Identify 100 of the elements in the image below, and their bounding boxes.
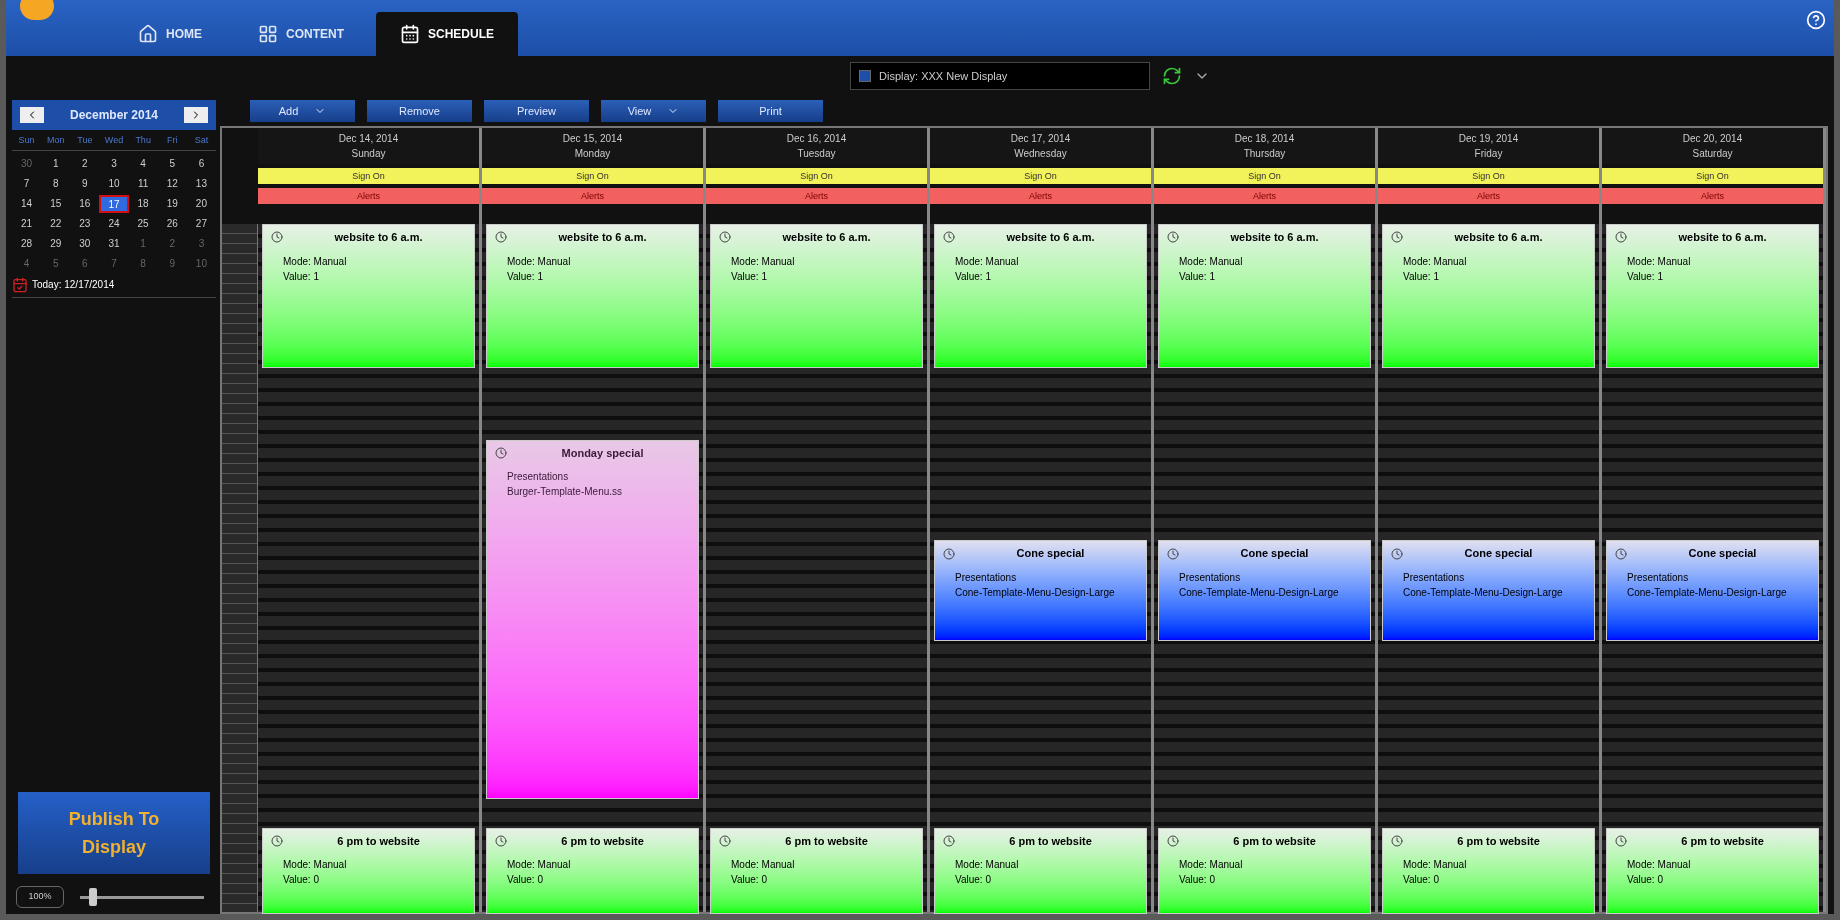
schedule-event[interactable]: Cone special Presentations Cone-Template-Menu-Design-Large [1382, 540, 1595, 641]
calendar-day[interactable]: 8 [41, 174, 71, 193]
banner-bar[interactable]: Sign On [482, 168, 703, 184]
next-month-button[interactable] [184, 107, 208, 123]
calendar-day[interactable]: 22 [41, 214, 71, 233]
schedule-event[interactable]: website to 6 a.m. Mode: Manual Value: 1 [486, 224, 699, 368]
calendar-day[interactable]: 9 [70, 174, 100, 193]
toolbar-button[interactable]: Print [718, 100, 823, 122]
calendar-day[interactable]: 17 [99, 194, 129, 213]
calendar-day[interactable]: 16 [70, 194, 100, 213]
alert-bar[interactable]: Alerts [1602, 188, 1823, 204]
schedule-event[interactable]: website to 6 a.m. Mode: Manual Value: 1 [1606, 224, 1819, 368]
schedule-event[interactable]: 6 pm to website Mode: Manual Value: 0 [1382, 827, 1595, 914]
schedule-event[interactable]: website to 6 a.m. Mode: Manual Value: 1 [262, 224, 475, 368]
day-weekday: Friday [1474, 147, 1503, 161]
event-detail: Cone-Template-Menu-Design-Large [955, 585, 1116, 600]
nav-tab[interactable]: SCHEDULE [376, 12, 518, 56]
calendar-day[interactable]: 3 [99, 154, 129, 173]
toolbar-button[interactable]: View [601, 100, 706, 122]
calendar-day[interactable]: 10 [99, 174, 129, 193]
alert-bar[interactable]: Alerts [258, 188, 479, 204]
calendar-day[interactable]: 14 [12, 194, 42, 213]
schedule-event[interactable]: Cone special Presentations Cone-Template-Menu-Design-Large [934, 540, 1147, 641]
calendar-day[interactable]: 4 [128, 154, 158, 173]
weekday-label: Sat [193, 134, 210, 147]
event-detail: Mode: Manual [283, 254, 348, 269]
schedule-event[interactable]: website to 6 a.m. Mode: Manual Value: 1 [1382, 224, 1595, 368]
schedule-event[interactable]: 6 pm to website Mode: Manual Value: 0 [1158, 827, 1371, 914]
calendar-day[interactable]: 6 [186, 154, 216, 173]
alert-bar[interactable]: Alerts [1378, 188, 1599, 204]
event-title: 6 pm to website [1008, 833, 1093, 849]
event-detail: Value: 1 [283, 269, 320, 284]
calendar-day[interactable]: 26 [157, 214, 187, 233]
calendar-day[interactable]: 18 [128, 194, 158, 213]
calendar-day[interactable]: 28 [12, 234, 42, 253]
app-logo[interactable] [20, 0, 54, 20]
banner-bar[interactable]: Sign On [1602, 168, 1823, 184]
day-date: Dec 16, 2014 [786, 132, 847, 146]
schedule-event[interactable]: 6 pm to website Mode: Manual Value: 0 [710, 827, 923, 914]
calendar-day[interactable]: 1 [41, 154, 71, 173]
clock-icon [719, 835, 731, 847]
calendar-day[interactable]: 29 [41, 234, 71, 253]
schedule-event[interactable]: 6 pm to website Mode: Manual Value: 0 [486, 827, 699, 914]
banner-bar[interactable]: Sign On [258, 168, 479, 184]
day-weekday: Sunday [351, 147, 386, 161]
schedule-event[interactable]: website to 6 a.m. Mode: Manual Value: 1 [934, 224, 1147, 368]
calendar-day[interactable]: 23 [70, 214, 100, 233]
display-select[interactable]: Display: XXX New Display [850, 62, 1150, 90]
schedule-event[interactable]: website to 6 a.m. Mode: Manual Value: 1 [710, 224, 923, 368]
schedule-event[interactable]: Cone special Presentations Cone-Template-Menu-Design-Large [1158, 540, 1371, 641]
publish-button[interactable]: Publish To Display [18, 792, 210, 874]
schedule-event[interactable]: Monday special Presentations Burger-Template-Menu.ss [486, 439, 699, 799]
calendar-day[interactable]: 20 [186, 194, 216, 213]
toolbar-button[interactable]: Preview [484, 100, 589, 122]
banner-bar[interactable]: Sign On [1154, 168, 1375, 184]
day-weekday: Thursday [1243, 147, 1286, 161]
nav-tab[interactable]: CONTENT [234, 12, 368, 56]
refresh-icon[interactable] [1162, 66, 1182, 86]
event-detail: Value: 1 [955, 269, 992, 284]
toolbar-button[interactable]: Add [250, 100, 355, 122]
alert-bar[interactable]: Alerts [1154, 188, 1375, 204]
event-detail: Mode: Manual [507, 858, 572, 873]
previous-month-button[interactable] [20, 107, 44, 123]
help-icon[interactable] [1806, 10, 1826, 30]
calendar-day[interactable]: 11 [128, 174, 158, 193]
clock-icon [1615, 835, 1627, 847]
calendar-day[interactable]: 24 [99, 214, 129, 233]
alert-bar[interactable]: Alerts [930, 188, 1151, 204]
calendar-day[interactable]: 7 [12, 174, 42, 193]
event-title: website to 6 a.m. [1005, 230, 1096, 245]
calendar-day[interactable]: 21 [12, 214, 42, 233]
banner-bar[interactable]: Sign On [930, 168, 1151, 184]
banner-bar[interactable]: Sign On [706, 168, 927, 184]
schedule-event[interactable]: Cone special Presentations Cone-Template-Menu-Design-Large [1606, 540, 1819, 641]
calendar-day[interactable]: 27 [186, 214, 216, 233]
event-detail: Value: 1 [1179, 269, 1216, 284]
calendar-day[interactable]: 5 [157, 154, 187, 173]
banner-bar[interactable]: Sign On [1378, 168, 1599, 184]
calendar-day[interactable]: 15 [41, 194, 71, 213]
nav-tab[interactable]: HOME [114, 12, 226, 56]
schedule-event[interactable]: 6 pm to website Mode: Manual Value: 0 [262, 827, 475, 914]
schedule-event[interactable]: website to 6 a.m. Mode: Manual Value: 1 [1158, 224, 1371, 368]
slider-thumb[interactable] [88, 888, 97, 906]
schedule-event[interactable]: 6 pm to website Mode: Manual Value: 0 [1606, 827, 1819, 914]
event-title: website to 6 a.m. [1229, 230, 1320, 245]
event-detail: Cone-Template-Menu-Design-Large [1627, 585, 1788, 600]
calendar-day[interactable]: 12 [157, 174, 187, 193]
alert-bar[interactable]: Alerts [706, 188, 927, 204]
calendar-day[interactable]: 25 [128, 214, 158, 233]
zoom-field[interactable]: 100% [16, 886, 64, 908]
calendar-day[interactable]: 30 [70, 234, 100, 253]
schedule-event[interactable]: 6 pm to website Mode: Manual Value: 0 [934, 827, 1147, 914]
calendar-day[interactable]: 19 [157, 194, 187, 213]
toolbar-button[interactable]: Remove [367, 100, 472, 122]
alert-bar[interactable]: Alerts [482, 188, 703, 204]
event-title: 6 pm to website [784, 833, 869, 849]
calendar-day[interactable]: 31 [99, 234, 129, 253]
calendar-day[interactable]: 2 [70, 154, 100, 173]
calendar-day[interactable]: 13 [186, 174, 216, 193]
today-link[interactable]: Today: 12/17/2014 [32, 277, 115, 292]
